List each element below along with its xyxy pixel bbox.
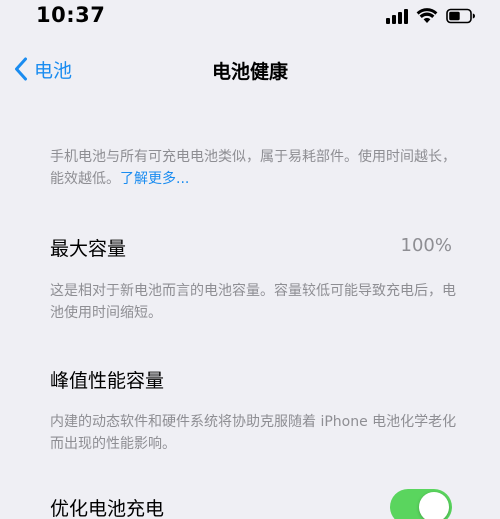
optimized-charging-toggle[interactable] (390, 489, 452, 519)
status-time: 10:37 (36, 3, 106, 27)
max-capacity-value: 100% (400, 235, 452, 256)
toggle-knob (419, 492, 449, 519)
peak-performance-description: 内建的动态软件和硬件系统将协助克服随着 iPhone 电池化学老化而出现的性能影… (50, 414, 457, 452)
optimized-charging-title: 优化电池充电 (50, 498, 165, 519)
nav-bar: 电池 电池健康 (0, 40, 500, 98)
wifi-icon (416, 8, 438, 24)
status-bar: 10:37 (0, 0, 500, 34)
max-capacity-title: 最大容量 (50, 238, 127, 260)
peak-performance-title: 峰值性能容量 (50, 370, 165, 392)
max-capacity-description: 这是相对于新电池而言的电池容量。容量较低可能导致充电后，电池使用时间缩短。 (50, 283, 456, 321)
learn-more-link[interactable]: 了解更多... (120, 171, 189, 187)
battery-health-screen: 10:37 电池 电池健康 手机电池与所有可充电电池类似，属于易耗部件。使用时间… (0, 0, 500, 519)
status-icons (386, 6, 476, 26)
intro-description: 手机电池与所有可充电电池类似，属于易耗部件。使用时间越长，能效越低。了解更多..… (50, 146, 460, 190)
battery-icon (446, 8, 476, 24)
intro-text: 手机电池与所有可充电电池类似，属于易耗部件。使用时间越长，能效越低。 (50, 149, 456, 187)
page-title: 电池健康 (211, 61, 288, 83)
signal-icon (386, 8, 408, 24)
